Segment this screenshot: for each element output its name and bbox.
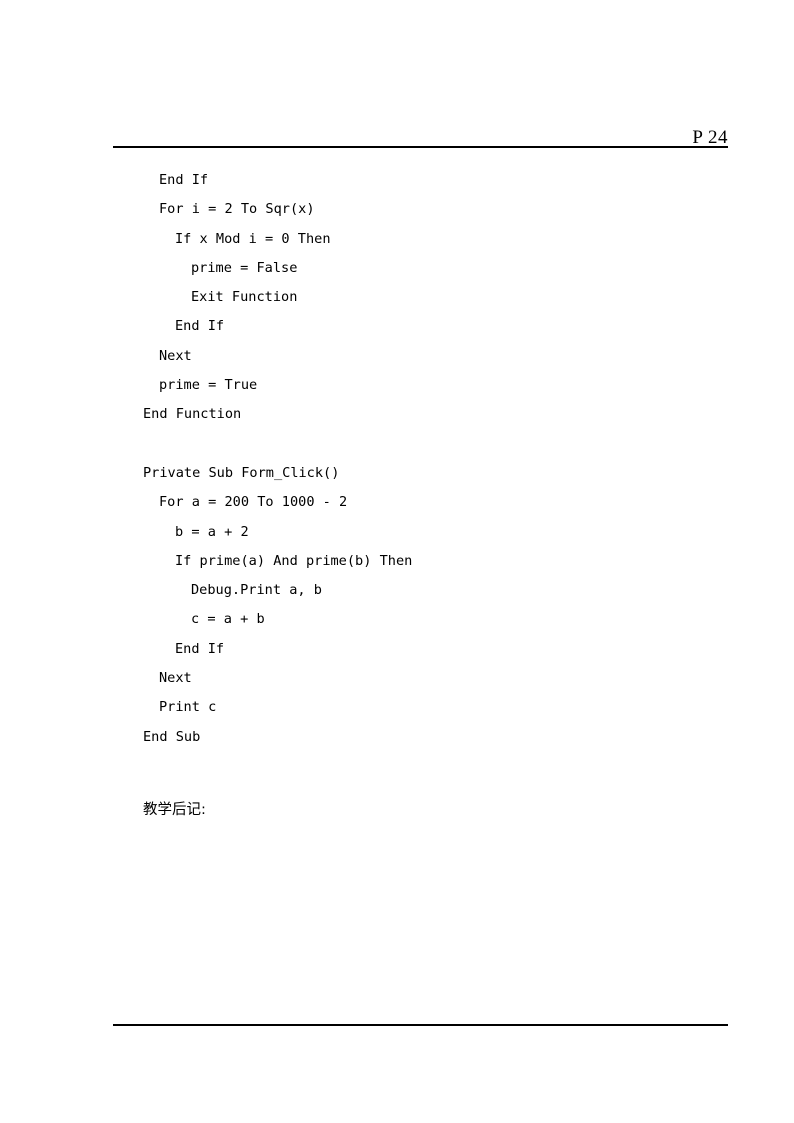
- code-line: Print c: [159, 699, 217, 716]
- header-divider-rule: [113, 146, 728, 148]
- code-line: Debug.Print a, b: [191, 582, 322, 599]
- code-line: If prime(a) And prime(b) Then: [175, 552, 413, 569]
- code-line: End If: [175, 640, 225, 657]
- code-line: Next: [159, 670, 192, 687]
- code-line: End Function: [143, 406, 242, 423]
- code-line: Next: [159, 347, 192, 364]
- teaching-notes-heading: 教学后记:: [143, 802, 206, 818]
- footer-divider-rule: [113, 1024, 728, 1026]
- teaching-notes-blank-area: [143, 830, 728, 1015]
- code-line: If x Mod i = 0 Then: [175, 230, 331, 247]
- code-line: End If: [159, 172, 209, 188]
- code-line: For a = 200 To 1000 - 2: [159, 494, 348, 511]
- code-line: prime = False: [191, 259, 298, 276]
- code-line: For i = 2 To Sqr(x): [159, 201, 315, 218]
- code-line: b = a + 2: [175, 523, 249, 540]
- code-listing: End If For i = 2 To Sqr(x) If x Mod i = 0 …: [143, 166, 743, 752]
- code-line: End If: [175, 318, 225, 335]
- page-number-label: P 24: [692, 127, 728, 148]
- code-line: End Sub: [143, 728, 201, 745]
- document-page: P 24 End If For i = 2 To Sqr(x) If x Mod i…: [0, 0, 794, 1123]
- code-line: Exit Function: [191, 289, 298, 306]
- code-line: Private Sub Form_Click(): [143, 464, 340, 481]
- code-line: prime = True: [159, 377, 258, 394]
- code-line: c = a + b: [191, 611, 265, 628]
